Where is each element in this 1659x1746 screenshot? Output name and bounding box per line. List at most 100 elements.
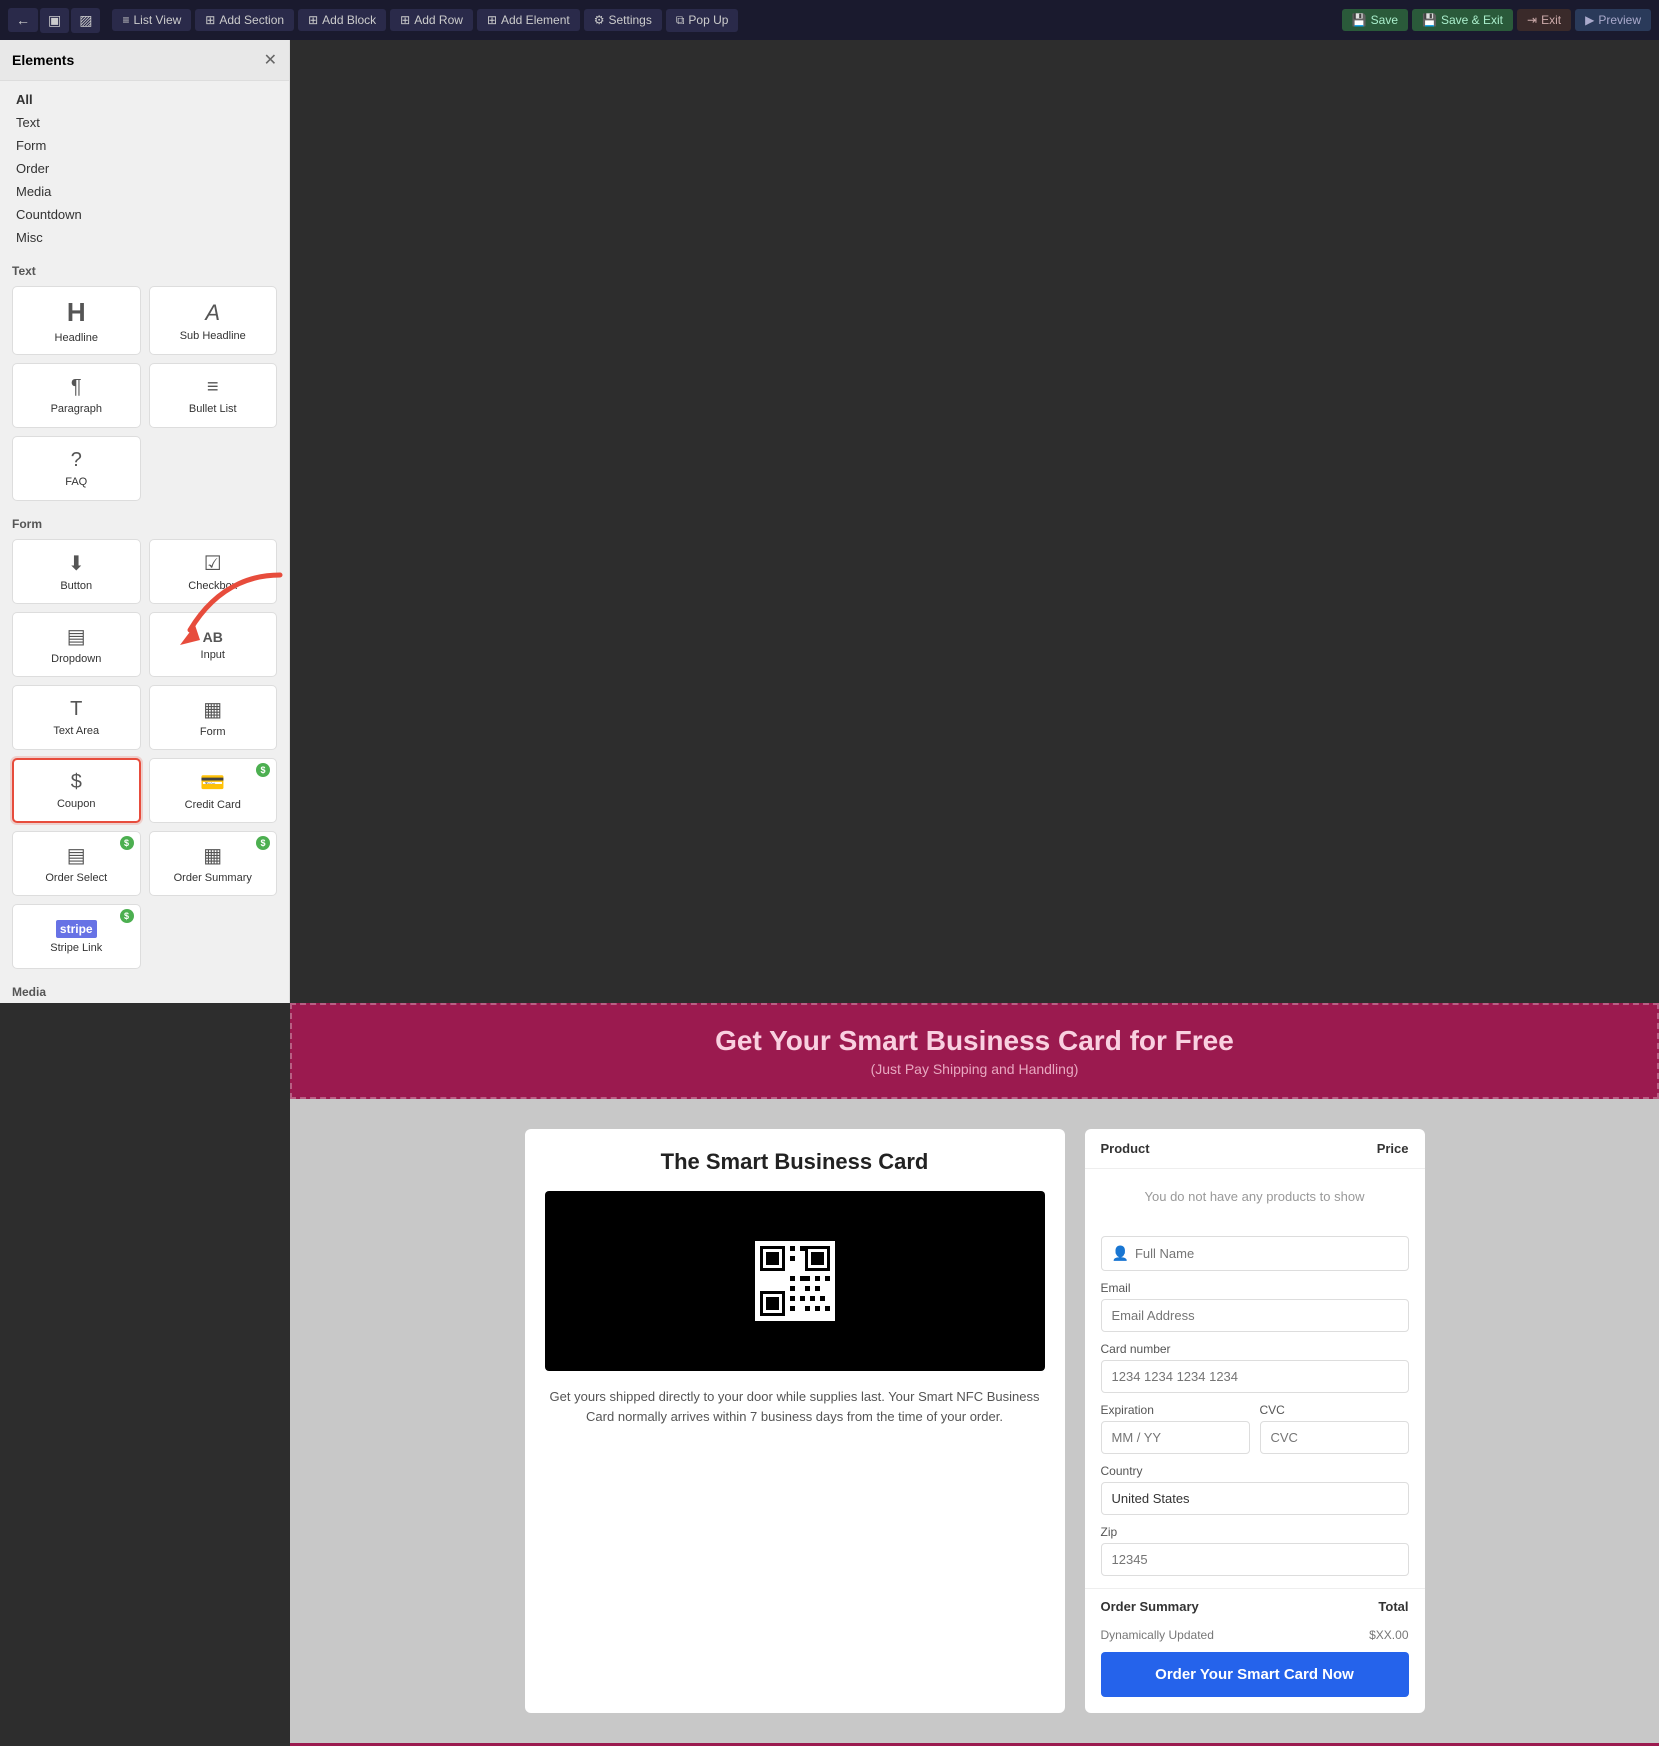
- card-number-field-group: Card number: [1101, 1342, 1409, 1393]
- sidebar-item-all[interactable]: All: [12, 89, 277, 110]
- popup-button[interactable]: ⧉ Pop Up: [666, 9, 739, 32]
- email-field-group: Email: [1101, 1281, 1409, 1332]
- hero-title: Get Your Smart Business Card for Free: [312, 1025, 1637, 1057]
- dynamically-value: $XX.00: [1369, 1628, 1408, 1642]
- toolbar-nav: ← ▣ ▨: [8, 8, 100, 33]
- textarea-element[interactable]: T Text Area: [12, 685, 141, 750]
- expiration-label: Expiration: [1101, 1403, 1250, 1417]
- exit-button[interactable]: ⇥ Exit: [1517, 9, 1571, 31]
- country-input[interactable]: [1101, 1482, 1409, 1515]
- form-icon: ▦: [203, 697, 222, 722]
- sub-headline-element[interactable]: A Sub Headline: [149, 286, 278, 355]
- content-inner: The Smart Business Card: [525, 1129, 1425, 1713]
- order-summary-element[interactable]: $ ▦ Order Summary: [149, 831, 278, 896]
- zip-label: Zip: [1101, 1525, 1409, 1539]
- add-block-icon: ⊞: [308, 13, 318, 27]
- save-icon: 💾: [1352, 13, 1367, 27]
- sidebar-item-media[interactable]: Media: [12, 181, 277, 202]
- coupon-element[interactable]: $ Coupon: [12, 758, 141, 823]
- empty-products-message: You do not have any products to show: [1085, 1169, 1425, 1224]
- list-view-button[interactable]: ≡ List View: [112, 9, 191, 31]
- faq-element[interactable]: ? FAQ: [12, 436, 141, 501]
- card-number-input[interactable]: [1101, 1360, 1409, 1393]
- add-element-button[interactable]: ⊞ Add Element: [477, 9, 580, 31]
- button-element[interactable]: ⬇ Button: [12, 539, 141, 604]
- email-input[interactable]: [1101, 1299, 1409, 1332]
- expiration-field-group: Expiration: [1101, 1403, 1250, 1454]
- form-elements-grid: ⬇ Button ☑ Checkbox ▤ Dropdown AB Input …: [0, 535, 289, 977]
- headline-icon: H: [67, 297, 86, 328]
- total-label: Total: [1378, 1599, 1408, 1614]
- order-form-panel: Product Price You do not have any produc…: [1085, 1129, 1425, 1713]
- form-section-label: Form: [0, 509, 289, 535]
- save-exit-button[interactable]: 💾 Save & Exit: [1412, 9, 1513, 31]
- form-body: 👤 Email Card number: [1085, 1224, 1425, 1588]
- order-button[interactable]: Order Your Smart Card Now: [1101, 1652, 1409, 1697]
- add-row-button[interactable]: ⊞ Add Row: [390, 9, 473, 31]
- media-section-label: Media: [0, 977, 289, 1003]
- full-name-input[interactable]: [1135, 1246, 1398, 1261]
- add-block-button[interactable]: ⊞ Add Block: [298, 9, 386, 31]
- exit-icon: ⇥: [1527, 13, 1537, 27]
- sidebar-item-form[interactable]: Form: [12, 135, 277, 156]
- order-summary-icon: ▦: [203, 843, 222, 868]
- zip-field-group: Zip: [1101, 1525, 1409, 1576]
- zip-input[interactable]: [1101, 1543, 1409, 1576]
- bullet-list-icon: ≡: [207, 376, 219, 399]
- dropdown-element[interactable]: ▤ Dropdown: [12, 612, 141, 677]
- headline-element[interactable]: H Headline: [12, 286, 141, 355]
- back-button[interactable]: ←: [8, 8, 38, 32]
- order-summary-badge: $: [256, 836, 270, 850]
- stripe-link-element[interactable]: $ stripe Stripe Link: [12, 904, 141, 969]
- sidebar-item-countdown[interactable]: Countdown: [12, 204, 277, 225]
- expiration-cvc-row: Expiration CVC: [1101, 1403, 1409, 1454]
- popup-icon: ⧉: [676, 13, 685, 28]
- sidebar-item-order[interactable]: Order: [12, 158, 277, 179]
- paragraph-icon: ¶: [71, 376, 82, 399]
- paragraph-element[interactable]: ¶ Paragraph: [12, 363, 141, 428]
- country-label: Country: [1101, 1464, 1409, 1478]
- sidebar-item-misc[interactable]: Misc: [12, 227, 277, 248]
- save-button[interactable]: 💾 Save: [1342, 9, 1408, 31]
- footer-banner: [290, 1743, 1659, 1746]
- cvc-field-group: CVC: [1260, 1403, 1409, 1454]
- card-info-panel: The Smart Business Card: [525, 1129, 1065, 1713]
- card-description: Get yours shipped directly to your door …: [545, 1387, 1045, 1426]
- cvc-input[interactable]: [1260, 1421, 1409, 1454]
- settings-icon: ⚙: [594, 13, 605, 27]
- sidebar-item-text[interactable]: Text: [12, 112, 277, 133]
- dynamically-label: Dynamically Updated: [1101, 1628, 1214, 1642]
- form-element[interactable]: ▦ Form: [149, 685, 278, 750]
- price-column-label: Price: [1377, 1141, 1409, 1156]
- settings-button[interactable]: ⚙ Settings: [584, 9, 662, 31]
- tablet-view-button[interactable]: ▨: [71, 8, 100, 33]
- sub-headline-icon: A: [205, 300, 220, 326]
- add-element-icon: ⊞: [487, 13, 497, 27]
- order-select-element[interactable]: $ ▤ Order Select: [12, 831, 141, 896]
- preview-icon: ▶: [1585, 13, 1594, 27]
- expiration-input[interactable]: [1101, 1421, 1250, 1454]
- order-summary-header: Order Summary Total: [1085, 1588, 1425, 1624]
- qr-code-image: [755, 1241, 835, 1321]
- faq-icon: ?: [71, 449, 82, 472]
- preview-button[interactable]: ▶ Preview: [1575, 9, 1651, 31]
- person-icon: 👤: [1112, 1245, 1129, 1262]
- cvc-label: CVC: [1260, 1403, 1409, 1417]
- credit-card-element[interactable]: $ 💳 Credit Card: [149, 758, 278, 823]
- input-element[interactable]: AB Input: [149, 612, 278, 677]
- order-select-badge: $: [120, 836, 134, 850]
- sidebar-close-button[interactable]: ✕: [264, 50, 277, 70]
- checkbox-icon: ☑: [204, 551, 222, 576]
- sidebar-header: Elements ✕: [0, 40, 289, 81]
- add-section-button[interactable]: ⊞ Add Section: [195, 9, 294, 31]
- bullet-list-element[interactable]: ≡ Bullet List: [149, 363, 278, 428]
- email-label: Email: [1101, 1281, 1409, 1295]
- full-name-field[interactable]: 👤: [1101, 1236, 1409, 1271]
- checkbox-element[interactable]: ☑ Checkbox: [149, 539, 278, 604]
- stripe-link-badge: $: [120, 909, 134, 923]
- hero-subtitle: (Just Pay Shipping and Handling): [312, 1061, 1637, 1077]
- card-number-label: Card number: [1101, 1342, 1409, 1356]
- list-view-icon: ≡: [122, 13, 129, 27]
- dynamically-updated-row: Dynamically Updated $XX.00: [1085, 1624, 1425, 1652]
- desktop-view-button[interactable]: ▣: [40, 8, 69, 33]
